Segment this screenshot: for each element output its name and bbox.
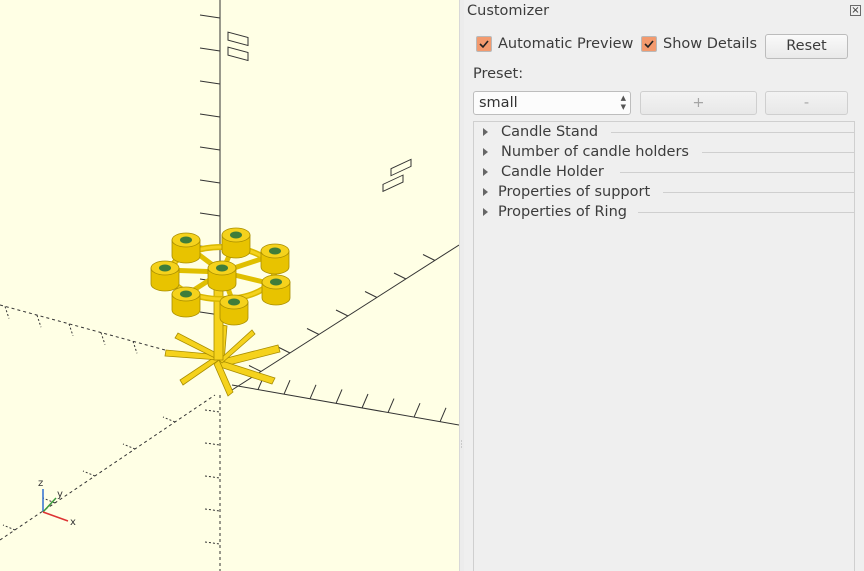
x-axis-negative xyxy=(0,304,166,351)
axis-gizmo: z y x xyxy=(38,478,76,528)
show-details-checkbox[interactable] xyxy=(641,36,657,52)
show-details-checkbox-row[interactable]: Show Details xyxy=(641,36,757,52)
close-icon[interactable]: × xyxy=(850,5,861,16)
group-label: Candle Holder xyxy=(501,164,604,180)
preset-label: Preset: xyxy=(473,66,524,82)
remove-preset-button[interactable]: - xyxy=(765,91,848,115)
customizer-panel: Customizer × Automatic Preview Show Deta… xyxy=(464,0,864,571)
expand-arrow-icon[interactable] xyxy=(483,128,488,136)
candle-holder xyxy=(150,260,180,292)
updown-arrows-icon: ▲ ▼ xyxy=(620,94,626,111)
expand-arrow-icon[interactable] xyxy=(483,168,488,176)
3d-viewport[interactable]: z y x xyxy=(0,0,459,571)
group-label: Properties of support xyxy=(498,184,651,200)
group-properties-of-ring[interactable]: Properties of Ring xyxy=(474,203,854,223)
panel-title: Customizer xyxy=(467,3,550,19)
expand-arrow-icon[interactable] xyxy=(483,208,488,216)
check-icon xyxy=(479,40,489,49)
scene-canvas: z y x xyxy=(0,0,459,571)
auto-preview-label: Automatic Preview xyxy=(498,36,634,52)
group-label: Number of candle holders xyxy=(501,144,689,160)
candle-holder xyxy=(261,274,291,306)
candle-holder xyxy=(171,286,201,318)
check-icon xyxy=(644,40,654,49)
group-number-of-candle-holders[interactable]: Number of candle holders xyxy=(474,143,854,163)
group-properties-of-support[interactable]: Properties of support xyxy=(474,183,854,203)
group-candle-stand[interactable]: Candle Stand xyxy=(474,123,854,143)
preset-select[interactable]: small ▲ ▼ xyxy=(473,91,631,115)
gizmo-z-label: z xyxy=(38,478,43,489)
add-preset-button[interactable]: + xyxy=(640,91,757,115)
parameter-groups-tree: Candle Stand Number of candle holders Ca… xyxy=(473,121,855,571)
group-label: Candle Stand xyxy=(501,124,599,140)
group-candle-holder[interactable]: Candle Holder xyxy=(474,163,854,183)
expand-arrow-icon[interactable] xyxy=(483,148,488,156)
show-details-label: Show Details xyxy=(663,36,758,52)
candle-holder xyxy=(260,243,290,275)
auto-preview-checkbox[interactable] xyxy=(476,36,492,52)
x-axis-positive xyxy=(231,384,459,426)
auto-preview-checkbox-row[interactable]: Automatic Preview xyxy=(476,36,633,52)
candle-holder xyxy=(207,260,237,292)
candle-holder xyxy=(171,232,201,264)
reset-button[interactable]: Reset xyxy=(765,34,848,59)
candle-holder xyxy=(219,294,249,326)
expand-arrow-icon[interactable] xyxy=(483,188,488,196)
y-axis-negative xyxy=(0,394,216,541)
axis-scale-labels xyxy=(227,31,412,193)
gizmo-y-label: y xyxy=(57,489,63,500)
preset-select-value: small xyxy=(479,95,518,111)
candle-holder xyxy=(221,227,251,259)
group-label: Properties of Ring xyxy=(498,204,627,220)
gizmo-x-label: x xyxy=(70,517,76,528)
